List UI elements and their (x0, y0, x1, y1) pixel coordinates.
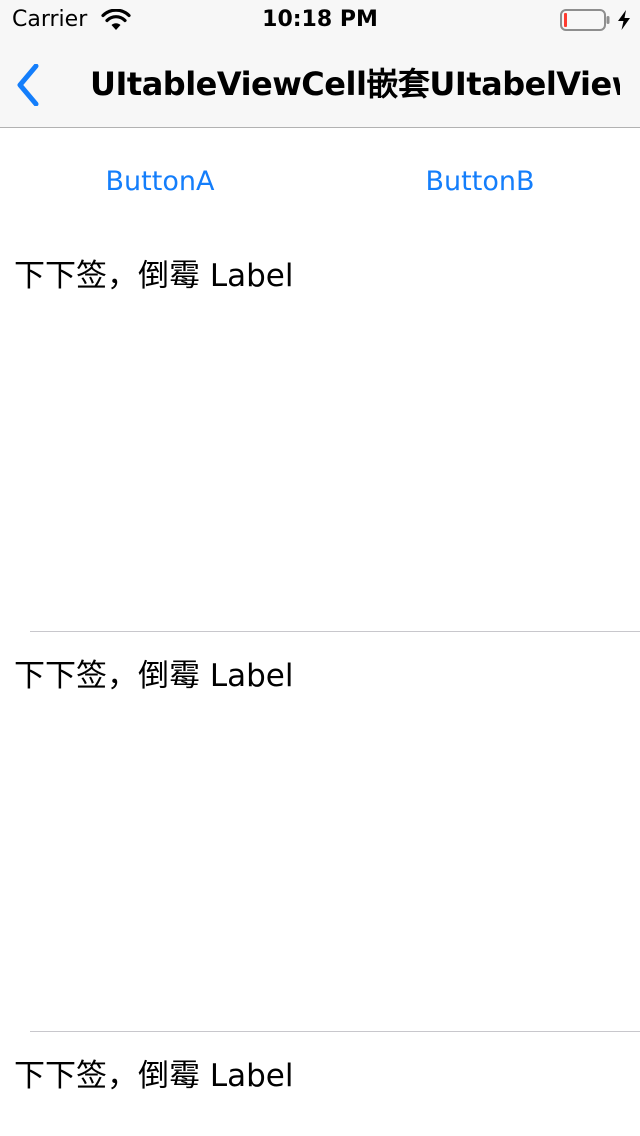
navigation-bar: UItableViewCell嵌套UItabelView (0, 40, 640, 128)
button-row: ButtonA ButtonB (0, 140, 640, 224)
clock-label: 10:18 PM (262, 7, 378, 32)
table-cell[interactable]: 下下签，倒霉 Label (0, 656, 640, 1031)
button-a[interactable]: ButtonA (0, 140, 320, 224)
table-cell[interactable]: 下下签，倒霉 Label (0, 256, 640, 631)
button-b[interactable]: ButtonB (320, 140, 640, 224)
cell-label: 下下签，倒霉 Label (14, 1058, 294, 1094)
battery-icon (560, 9, 610, 31)
cell-separator (30, 631, 640, 632)
cell-label: 下下签，倒霉 Label (14, 258, 294, 294)
charging-bolt-icon (617, 10, 631, 30)
back-button[interactable] (8, 54, 58, 114)
status-bar: Carrier 10:18 PM (0, 0, 640, 40)
cell-separator (30, 1031, 640, 1032)
cell-label: 下下签，倒霉 Label (14, 658, 294, 694)
page-title: UItableViewCell嵌套UItabelView (90, 65, 620, 103)
table-cell[interactable]: 下下签，倒霉 Label (0, 1056, 640, 1136)
chevron-left-icon (17, 64, 39, 106)
